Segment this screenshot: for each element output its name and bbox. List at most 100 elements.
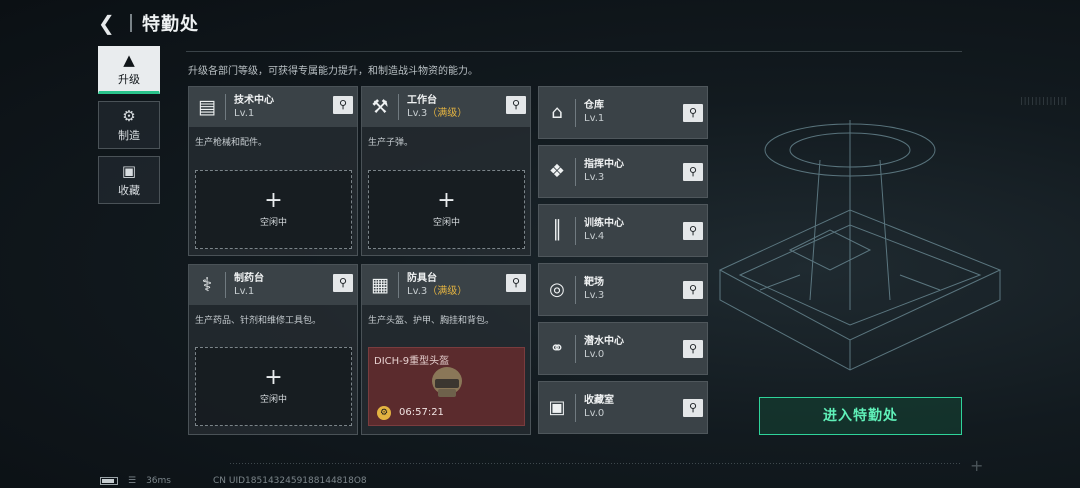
facility-name: 指挥中心 [584, 159, 624, 170]
crafting-slot[interactable]: DICH-9重型头盔 ⚙ 06:57:21 [368, 347, 525, 426]
card-header: ▤ 技术中心 Lv.1 ⚲ [189, 87, 357, 127]
card-header: ⚕ 制药台 Lv.1 ⚲ [189, 265, 357, 305]
nav-collection[interactable]: ▣ 收藏 [98, 156, 160, 204]
armor-icon: ▦ [371, 274, 389, 296]
search-button[interactable]: ⚲ [333, 96, 353, 114]
page-title: 特勤处 [142, 14, 199, 35]
search-button[interactable]: ⚲ [683, 399, 703, 417]
facility-row-training-center[interactable]: ║ 训练中心 Lv.4 ⚲ [538, 204, 708, 257]
bottom-divider [230, 463, 962, 464]
tools-icon: ⚒ [371, 96, 389, 118]
nav-craft-label: 制造 [118, 128, 140, 142]
row-divider [575, 216, 576, 245]
slot-status: 空闲中 [259, 395, 287, 405]
card-level-value: Lv.3 [407, 107, 428, 119]
card-level: Lv.1 [234, 107, 274, 121]
search-button[interactable]: ⚲ [506, 274, 526, 292]
facility-row-warehouse[interactable]: ⌂ 仓库 Lv.1 ⚲ [538, 86, 708, 139]
max-level-badge: （满级） [427, 107, 468, 119]
side-nav: ▲ 升级 ⚙ 制造 ▣ 收藏 [98, 46, 160, 211]
facility-name: 收藏室 [584, 395, 614, 406]
vault-icon: ▣ [548, 397, 566, 418]
production-slot[interactable]: + 空闲中 [368, 170, 525, 249]
crosshair-decoration: + [970, 456, 984, 475]
card-description: 生产药品、针剂和维修工具包。 [195, 316, 322, 326]
helmet-icon [432, 367, 462, 397]
header-divider [186, 51, 962, 52]
production-slot[interactable]: + 空闲中 [195, 347, 352, 426]
card-level-value: Lv.1 [234, 107, 255, 119]
status-bar: ☰ 36ms CN UID1851432459188144818O8 [100, 476, 367, 486]
facility-level: Lv.0 [584, 349, 605, 360]
title-divider [130, 14, 132, 32]
dumbbell-icon: ║ [551, 220, 563, 241]
facility-name: 靶场 [584, 277, 604, 288]
facility-row-range[interactable]: ◎ 靶场 Lv.3 ⚲ [538, 263, 708, 316]
facility-card-armor-bench: ▦ 防具台 Lv.3（满级） ⚲ 生产头盔、护甲、胸挂和背包。 DICH-9重型… [361, 264, 531, 435]
section-description: 升级各部门等级，可获得专属能力提升，和制造战斗物资的能力。 [188, 66, 478, 77]
diving-mask-icon: ⚭ [549, 338, 565, 359]
nav-craft[interactable]: ⚙ 制造 [98, 101, 160, 149]
row-divider [575, 157, 576, 186]
facility-name: 潜水中心 [584, 336, 624, 347]
row-divider [575, 98, 576, 127]
gears-icon: ⚙ [122, 106, 136, 125]
card-level-value: Lv.1 [234, 285, 255, 297]
card-divider [225, 94, 226, 120]
facility-level: Lv.3 [584, 172, 605, 183]
battery-icon [100, 477, 118, 485]
card-header: ⚒ 工作台 Lv.3（满级） ⚲ [362, 87, 530, 127]
base-blueprint-illustration [718, 120, 1002, 371]
slot-status: 空闲中 [432, 218, 460, 228]
search-button[interactable]: ⚲ [506, 96, 526, 114]
card-name: 防具台 [407, 272, 437, 284]
enter-special-ops-button[interactable]: 进入特勤处 [759, 397, 962, 435]
microscope-icon: ⚕ [201, 274, 213, 296]
card-description: 生产枪械和配件。 [195, 138, 268, 148]
card-description: 生产子弹。 [368, 138, 414, 148]
wifi-icon: ☰ [128, 476, 137, 486]
warehouse-icon: ⌂ [551, 102, 563, 123]
search-button[interactable]: ⚲ [333, 274, 353, 292]
facility-level: Lv.1 [584, 113, 605, 124]
card-divider [398, 94, 399, 120]
facility-level: Lv.4 [584, 231, 605, 242]
production-slot[interactable]: + 空闲中 [195, 170, 352, 249]
row-divider [575, 393, 576, 422]
nav-upgrade[interactable]: ▲ 升级 [98, 46, 160, 94]
header: ❮ 特勤处 [98, 10, 199, 36]
upgrade-icon: ▲ [123, 50, 135, 69]
target-icon: ◎ [549, 279, 565, 300]
computer-icon: ▤ [198, 96, 216, 118]
plus-icon: + [437, 188, 456, 213]
facility-level: Lv.0 [584, 408, 605, 419]
row-divider [575, 334, 576, 363]
card-name: 技术中心 [234, 94, 274, 106]
plus-icon: + [264, 188, 283, 213]
facility-row-diving-center[interactable]: ⚭ 潜水中心 Lv.0 ⚲ [538, 322, 708, 375]
user-uid: CN UID1851432459188144818O8 [213, 476, 367, 486]
command-icon: ❖ [548, 161, 566, 182]
timer-icon: ⚙ [377, 406, 391, 420]
facility-row-command-center[interactable]: ❖ 指挥中心 Lv.3 ⚲ [538, 145, 708, 198]
nav-upgrade-label: 升级 [118, 72, 140, 86]
card-name: 制药台 [234, 272, 264, 284]
card-description: 生产头盔、护甲、胸挂和背包。 [368, 316, 495, 326]
facility-row-vault[interactable]: ▣ 收藏室 Lv.0 ⚲ [538, 381, 708, 434]
card-divider [398, 272, 399, 298]
facility-card-pharmacy: ⚕ 制药台 Lv.1 ⚲ 生产药品、针剂和维修工具包。 + 空闲中 [188, 264, 358, 435]
back-arrow-icon[interactable]: ❮ [98, 12, 120, 34]
card-header: ▦ 防具台 Lv.3（满级） ⚲ [362, 265, 530, 305]
card-divider [225, 272, 226, 298]
card-name: 工作台 [407, 94, 437, 106]
facility-card-workbench: ⚒ 工作台 Lv.3（满级） ⚲ 生产子弹。 + 空闲中 [361, 86, 531, 256]
row-divider [575, 275, 576, 304]
card-level: Lv.3（满级） [407, 107, 467, 121]
max-level-badge: （满级） [427, 285, 468, 297]
ping-value: 36ms [146, 476, 171, 486]
card-level: Lv.3（满级） [407, 285, 467, 299]
nav-collection-label: 收藏 [118, 183, 140, 197]
decorative-ticks: ||||||||||||| [1020, 96, 1069, 105]
crafting-time-remaining: 06:57:21 [399, 407, 444, 418]
plus-icon: + [264, 365, 283, 390]
